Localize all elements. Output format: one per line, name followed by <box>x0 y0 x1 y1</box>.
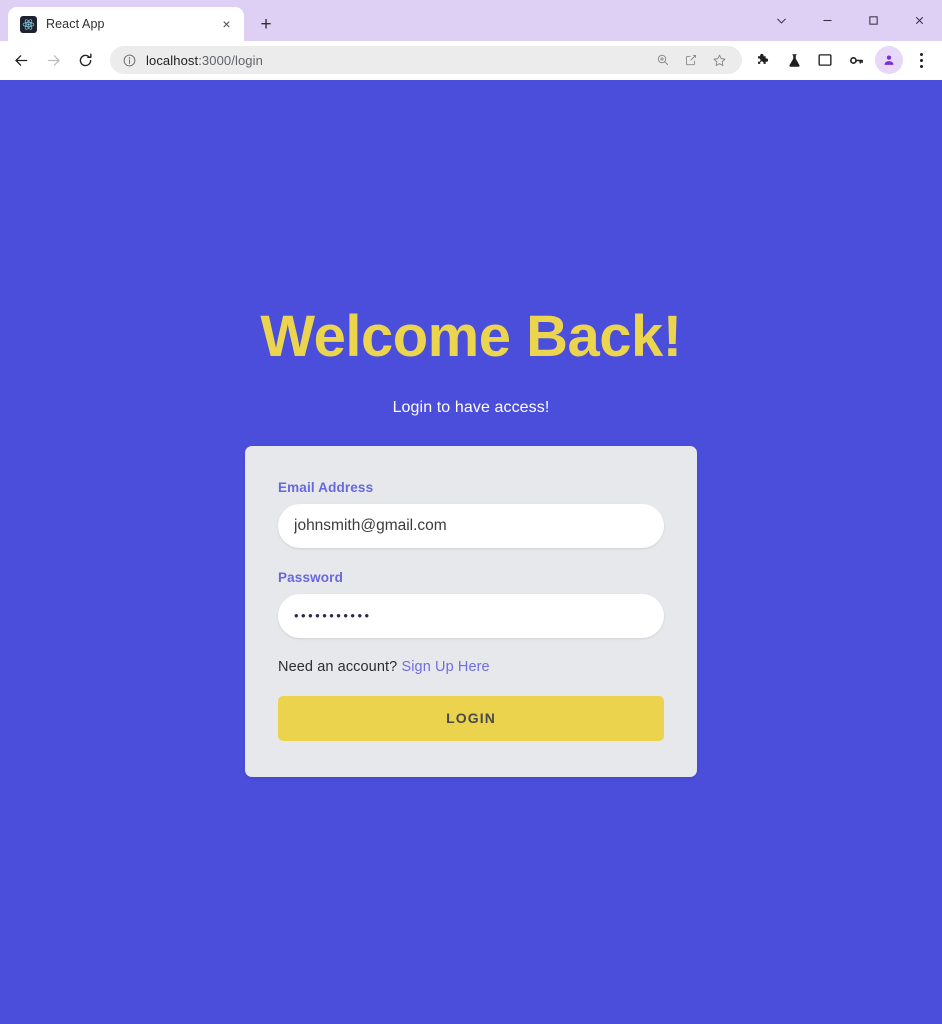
page-title: Welcome Back! <box>260 304 682 369</box>
address-bar-url[interactable]: localhost:3000/login <box>146 53 641 68</box>
email-label: Email Address <box>278 479 374 495</box>
menu-dot <box>919 64 923 68</box>
tab-search-chevron-down-icon[interactable] <box>758 5 804 37</box>
maximize-icon[interactable] <box>850 5 896 37</box>
extensions-puzzle-icon[interactable] <box>749 46 777 74</box>
signup-prompt-text: Need an account? <box>278 658 398 675</box>
reload-icon[interactable] <box>70 45 101 76</box>
password-label: Password <box>278 569 343 585</box>
bookmark-star-icon[interactable] <box>706 47 732 73</box>
address-bar[interactable]: localhost:3000/login <box>110 46 742 74</box>
menu-dot <box>919 52 923 56</box>
info-circle-icon[interactable] <box>122 53 137 68</box>
login-button[interactable]: LOGIN <box>278 695 664 741</box>
new-tab-button[interactable]: + <box>251 9 281 39</box>
tab-close-icon[interactable]: × <box>217 15 236 34</box>
login-card: Email Address Password Need an account? … <box>245 445 697 777</box>
react-logo-icon <box>20 15 37 33</box>
side-panel-icon[interactable] <box>811 46 839 74</box>
address-bar-actions <box>650 47 732 73</box>
window-controls <box>758 0 942 41</box>
page-viewport: Welcome Back! Login to have access! Emai… <box>0 80 942 1024</box>
passwords-key-icon[interactable] <box>842 46 870 74</box>
tab-strip: React App × + <box>0 0 942 41</box>
browser-tab-react-app[interactable]: React App × <box>8 7 244 41</box>
url-host: localhost <box>146 52 199 68</box>
page-subtitle: Login to have access! <box>392 398 550 416</box>
forward-arrow-right-icon[interactable] <box>38 45 69 76</box>
field-spacer <box>278 548 664 570</box>
tab-title: React App <box>46 17 105 31</box>
share-icon[interactable] <box>678 47 704 73</box>
email-input[interactable] <box>278 503 664 548</box>
toolbar-extension-icons <box>749 46 934 74</box>
url-path: :3000/login <box>198 52 263 68</box>
labs-flask-icon[interactable] <box>780 46 808 74</box>
browser-window: React App × + localhost:3000/login Welco… <box>0 0 942 1024</box>
signup-prompt-row: Need an account? Sign Up Here <box>278 659 664 675</box>
minimize-icon[interactable] <box>804 5 850 37</box>
sign-up-link[interactable]: Sign Up Here <box>401 659 489 675</box>
password-input[interactable] <box>278 593 664 638</box>
menu-dot <box>919 58 923 62</box>
browser-toolbar: localhost:3000/login <box>0 41 942 80</box>
browser-menu-button[interactable] <box>908 46 934 74</box>
profile-avatar[interactable] <box>875 46 903 74</box>
zoom-icon[interactable] <box>650 47 676 73</box>
back-arrow-left-icon[interactable] <box>6 45 37 76</box>
close-icon[interactable] <box>896 5 942 37</box>
